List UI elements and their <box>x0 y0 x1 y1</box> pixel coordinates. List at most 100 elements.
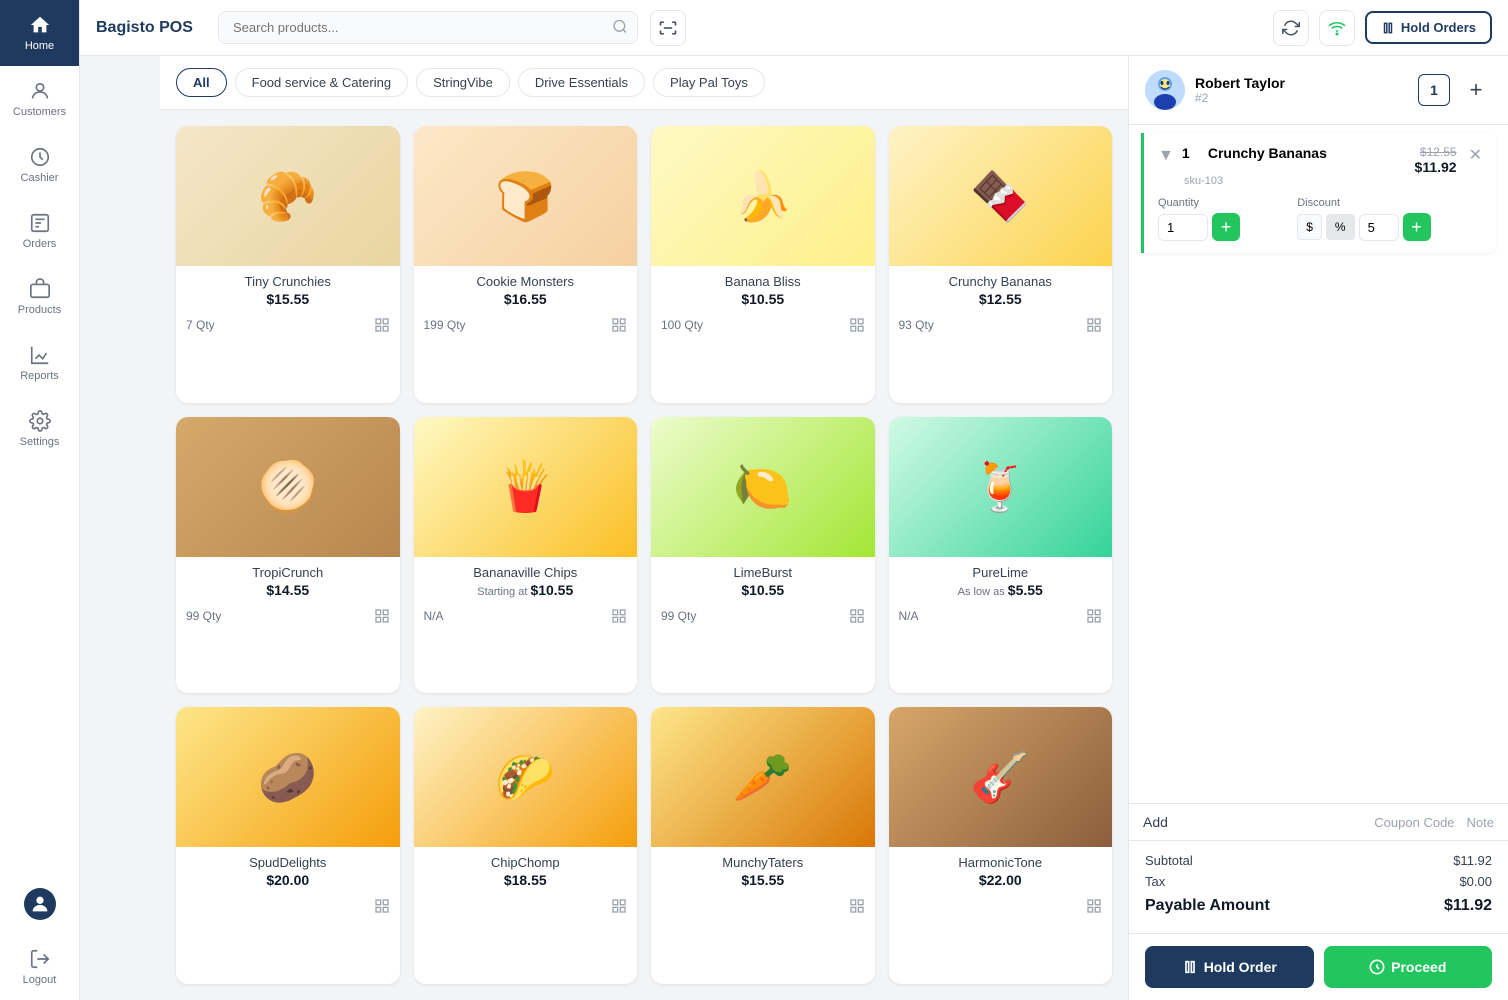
refresh-btn[interactable] <box>1273 10 1309 46</box>
discount-row: $ % + <box>1297 213 1482 241</box>
sidebar-item-cashier[interactable]: Cashier <box>0 132 79 198</box>
product-image-2: 🍞 <box>414 126 638 266</box>
product-card-12[interactable]: 🎸 HarmonicTone $22.00 <box>889 707 1113 984</box>
grid-icon-10 <box>611 898 627 914</box>
cart-item-close-1[interactable]: ✕ <box>1469 145 1482 165</box>
product-card-9[interactable]: 🥔 SpudDelights $20.00 <box>176 707 400 984</box>
grid-icon-3 <box>849 317 865 333</box>
cat-tab-play-pal-toys[interactable]: Play Pal Toys <box>653 68 765 97</box>
product-card-2[interactable]: 🍞 Cookie Monsters $16.55 199 Qty <box>414 126 638 403</box>
product-price-3: $10.55 <box>661 291 865 307</box>
grid-icon-1 <box>374 317 390 333</box>
sidebar-item-settings[interactable]: Settings <box>0 396 79 462</box>
product-card-5[interactable]: 🫓 TropiCrunch $14.55 99 Qty <box>176 417 400 694</box>
quantity-input[interactable] <box>1158 214 1208 241</box>
payable-row: Payable Amount $11.92 <box>1145 897 1492 915</box>
product-image-1: 🥐 <box>176 126 400 266</box>
wifi-btn[interactable] <box>1319 10 1355 46</box>
product-card-1[interactable]: 🥐 Tiny Crunchies $15.55 7 Qty <box>176 126 400 403</box>
grid-icon-9 <box>374 898 390 914</box>
product-card-6[interactable]: 🍟 Bananaville Chips Starting at $10.55 N… <box>414 417 638 694</box>
customer-id: #2 <box>1195 91 1408 105</box>
sidebar-item-reports-label: Reports <box>20 370 59 382</box>
cat-tab-stringvibe[interactable]: StringVibe <box>416 68 510 97</box>
product-price-10: $18.55 <box>424 872 628 888</box>
product-price-12: $22.00 <box>899 872 1103 888</box>
product-image-3: 🍌 <box>651 126 875 266</box>
product-card-7[interactable]: 🍋 LimeBurst $10.55 99 Qty <box>651 417 875 694</box>
proceed-btn[interactable]: Proceed <box>1324 946 1493 988</box>
pause-icon <box>1381 21 1395 35</box>
subtotal-label: Subtotal <box>1145 853 1193 868</box>
category-tabs: All Food service & Catering StringVibe D… <box>160 56 1128 110</box>
discount-value-input[interactable] <box>1359 214 1399 241</box>
product-card-3[interactable]: 🍌 Banana Bliss $10.55 100 Qty <box>651 126 875 403</box>
sidebar-item-logout[interactable]: Logout <box>0 934 79 1000</box>
cart-item-toggle-1[interactable]: ▼ <box>1158 147 1174 165</box>
product-footer-11 <box>651 898 875 924</box>
product-image-11: 🥕 <box>651 707 875 847</box>
product-price-6: Starting at $10.55 <box>424 582 628 598</box>
product-price-4: $12.55 <box>899 291 1103 307</box>
reports-icon <box>29 344 51 366</box>
search-input[interactable] <box>218 11 638 44</box>
product-card-11[interactable]: 🥕 MunchyTaters $15.55 <box>651 707 875 984</box>
sidebar-item-customers[interactable]: Customers <box>0 66 79 132</box>
discount-label: Discount <box>1297 197 1482 209</box>
product-info-5: TropiCrunch $14.55 <box>176 557 400 608</box>
quantity-add-btn[interactable]: + <box>1212 213 1240 241</box>
sidebar-item-orders[interactable]: Orders <box>0 198 79 264</box>
cart-item-controls-1: Quantity + Discount $ % + <box>1158 197 1482 241</box>
hold-icon <box>1182 959 1198 975</box>
logout-icon <box>29 948 51 970</box>
discount-percent-btn[interactable]: % <box>1326 214 1355 240</box>
sidebar-item-profile[interactable] <box>0 874 79 934</box>
cart-item-prices-1: $12.55 $11.92 <box>1415 145 1457 175</box>
wifi-icon <box>1328 19 1346 37</box>
sidebar-item-logout-label: Logout <box>23 974 57 986</box>
tax-label: Tax <box>1145 874 1165 889</box>
cat-tab-food-catering[interactable]: Food service & Catering <box>235 68 408 97</box>
home-icon <box>29 14 51 36</box>
cat-tab-all[interactable]: All <box>176 68 227 97</box>
proceed-icon <box>1369 959 1385 975</box>
product-card-4[interactable]: 🍫 Crunchy Bananas $12.55 93 Qty <box>889 126 1113 403</box>
discount-dollar-btn[interactable]: $ <box>1297 214 1322 240</box>
order-actions: Hold Order Proceed <box>1129 933 1508 1000</box>
note-link[interactable]: Note <box>1467 815 1494 830</box>
scan-icon-btn[interactable] <box>650 10 686 46</box>
product-image-6: 🍟 <box>414 417 638 557</box>
product-price-5: $14.55 <box>186 582 390 598</box>
add-section: Add Coupon Code Note <box>1129 803 1508 841</box>
grid-icon-6 <box>611 608 627 624</box>
product-qty-6: N/A <box>424 609 444 623</box>
cart-items: ▼ 1 Crunchy Bananas $12.55 $11.92 ✕ sku-… <box>1129 125 1508 803</box>
product-footer-1: 7 Qty <box>176 317 400 343</box>
customers-icon <box>29 80 51 102</box>
sidebar-item-home[interactable]: Home <box>0 0 79 66</box>
hold-order-btn[interactable]: Hold Order <box>1145 946 1314 988</box>
product-qty-1: 7 Qty <box>186 318 215 332</box>
hold-orders-btn[interactable]: Hold Orders <box>1365 11 1492 44</box>
product-footer-6: N/A <box>414 608 638 634</box>
grid-icon-8 <box>1086 608 1102 624</box>
order-count-badge: 1 <box>1418 74 1450 106</box>
add-order-btn[interactable]: + <box>1460 74 1492 106</box>
sidebar-item-products[interactable]: Products <box>0 264 79 330</box>
main-content: All Food service & Catering StringVibe D… <box>160 56 1508 1000</box>
product-card-10[interactable]: 🌮 ChipChomp $18.55 <box>414 707 638 984</box>
cashier-icon <box>29 146 51 168</box>
coupon-code-link[interactable]: Coupon Code <box>1374 815 1454 830</box>
grid-icon-4 <box>1086 317 1102 333</box>
sidebar-item-reports[interactable]: Reports <box>0 330 79 396</box>
product-name-8: PureLime <box>899 565 1103 580</box>
product-card-8[interactable]: 🍹 PureLime As low as $5.55 N/A <box>889 417 1113 694</box>
cat-tab-drive-essentials[interactable]: Drive Essentials <box>518 68 645 97</box>
product-info-12: HarmonicTone $22.00 <box>889 847 1113 898</box>
discount-add-btn[interactable]: + <box>1403 213 1431 241</box>
product-info-11: MunchyTaters $15.55 <box>651 847 875 898</box>
product-footer-7: 99 Qty <box>651 608 875 634</box>
sidebar-item-home-label: Home <box>25 40 54 52</box>
product-image-9: 🥔 <box>176 707 400 847</box>
product-price-2: $16.55 <box>424 291 628 307</box>
